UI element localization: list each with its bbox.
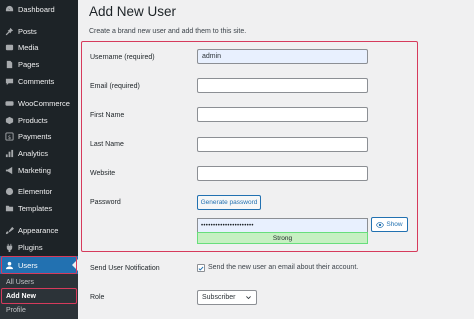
sidebar-item-label: Plugins [18,242,43,252]
sidebar-item-comments[interactable]: Comments [0,72,78,90]
sidebar-item-payments[interactable]: $ Payments [0,127,78,145]
brush-icon [0,226,18,235]
svg-text:$: $ [7,134,10,140]
email-label: Email (required) [90,83,140,90]
users-highlight-box [1,256,77,274]
checkmark-icon [198,266,204,271]
box-icon [0,116,18,125]
add-new-highlight-box [1,288,77,304]
website-label: Website [90,170,116,177]
generate-password-button[interactable]: Generate password [197,195,261,210]
eye-icon [376,221,385,228]
sidebar-item-woocommerce[interactable]: WooCommerce [0,94,78,112]
sidebar-item-analytics[interactable]: Analytics [0,144,78,162]
plug-icon [0,243,18,252]
first-name-field[interactable] [197,107,368,122]
sidebar-item-label: Comments [18,76,55,86]
send-notification-checkbox[interactable] [197,264,205,272]
submenu-item-label: All Users [6,279,35,286]
password-strength-meter: Strong [197,232,368,244]
sidebar-item-media[interactable]: Media [0,38,78,56]
pin-icon [0,27,18,36]
sidebar-item-dashboard[interactable]: Dashboard [0,0,78,18]
main-content: Add New User Create a brand new user and… [78,0,474,319]
show-password-label: Show [386,221,403,228]
sidebar-item-pages[interactable]: Pages [0,55,78,73]
sidebar-item-label: Media [18,42,39,52]
sidebar-item-label: Products [18,115,48,125]
megaphone-icon [0,166,18,175]
first-name-label: First Name [90,112,125,119]
sidebar-item-label: Analytics [18,148,49,158]
password-label: Password [90,199,121,206]
email-field[interactable] [197,78,368,93]
dashboard-icon [0,5,18,14]
last-name-label: Last Name [90,141,124,148]
page-title: Add New User [89,4,177,19]
username-field[interactable]: admin [197,49,368,64]
sidebar-item-elementor[interactable]: Elementor [0,182,78,200]
password-field[interactable]: •••••••••••••••••••••• [197,218,368,232]
sidebar-item-marketing[interactable]: Marketing [0,161,78,179]
comment-icon [0,77,18,86]
bar-chart-icon [0,149,18,158]
last-name-field[interactable] [197,137,368,152]
page-icon [0,60,18,69]
notification-text: Send the new user an email about their a… [208,264,359,271]
sidebar-item-label: WooCommerce [18,98,70,108]
media-icon [0,43,18,52]
role-label: Role [90,294,105,301]
woo-icon [0,99,18,108]
sidebar-item-label: Payments [18,131,52,141]
sidebar-item-plugins[interactable]: Plugins [0,238,78,256]
role-select-value: Subscriber [202,294,236,301]
sidebar-item-label: Dashboard [18,4,55,14]
sidebar-item-label: Marketing [18,165,51,175]
dollar-icon: $ [0,131,18,141]
sidebar-item-appearance[interactable]: Appearance [0,221,78,239]
notification-label: Send User Notification [90,265,160,272]
show-password-button[interactable]: Show [371,217,408,232]
chevron-down-icon [246,296,251,300]
submenu-item-profile[interactable]: Profile [0,303,78,318]
elementor-icon [0,187,18,196]
admin-sidebar: Dashboard Posts Media Pages Comments Woo… [0,0,78,319]
sidebar-item-label: Posts [18,26,37,36]
submenu-item-label: Profile [6,307,26,314]
role-select[interactable]: Subscriber [197,290,257,305]
sidebar-item-label: Elementor [18,186,53,196]
sidebar-item-label: Pages [18,59,40,69]
page-description: Create a brand new user and add them to … [89,28,247,35]
website-field[interactable] [197,166,368,181]
username-label: Username (required) [90,54,155,61]
sidebar-item-label: Appearance [18,225,59,235]
sidebar-item-templates[interactable]: Templates [0,199,78,217]
folder-icon [0,204,18,213]
sidebar-item-label: Templates [18,203,53,213]
